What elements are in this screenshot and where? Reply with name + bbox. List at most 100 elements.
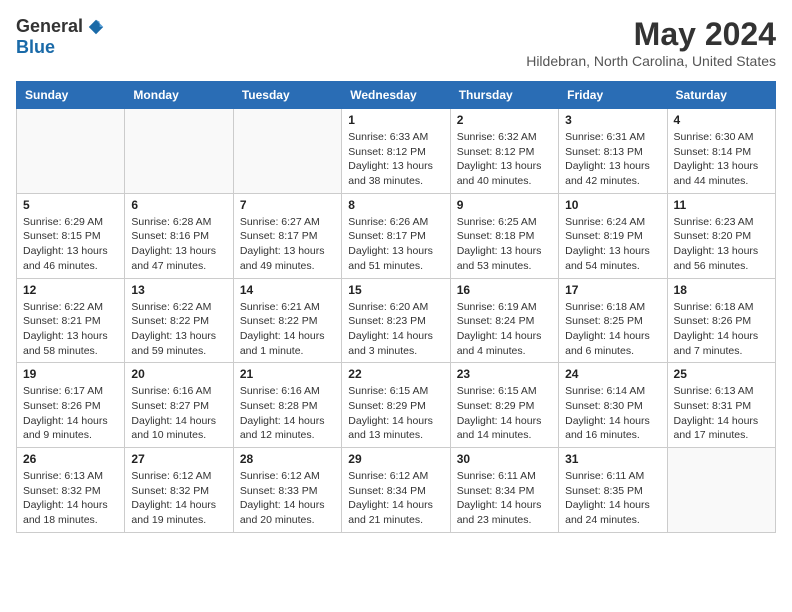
day-number: 9 — [457, 198, 552, 212]
day-number: 21 — [240, 367, 335, 381]
page-header: General Blue May 2024 Hildebran, North C… — [16, 16, 776, 69]
calendar-cell: 8Sunrise: 6:26 AM Sunset: 8:17 PM Daylig… — [342, 193, 450, 278]
calendar-week-row: 1 Sunrise: 6:33 AM Sunset: 8:12 PM Daylig… — [17, 109, 776, 194]
location-text: Hildebran, North Carolina, United States — [526, 53, 776, 69]
calendar-cell — [125, 109, 233, 194]
day-info: Sunrise: 6:15 AM Sunset: 8:29 PM Dayligh… — [348, 384, 443, 443]
day-of-week-sunday: Sunday — [17, 82, 125, 109]
calendar-cell: 1 Sunrise: 6:33 AM Sunset: 8:12 PM Daylig… — [342, 109, 450, 194]
day-info: Sunrise: 6:20 AM Sunset: 8:23 PM Dayligh… — [348, 300, 443, 359]
calendar-cell: 7 Sunrise: 6:27 AM Sunset: 8:17 PM Daylig… — [233, 193, 341, 278]
day-info: Sunrise: 6:12 AM Sunset: 8:32 PM Dayligh… — [131, 469, 226, 528]
day-info: Sunrise: 6:32 AM Sunset: 8:12 PM Dayligh… — [457, 130, 552, 189]
day-info: Sunrise: 6:25 AM Sunset: 8:18 PM Dayligh… — [457, 215, 552, 274]
day-of-week-monday: Monday — [125, 82, 233, 109]
day-info: Sunrise: 6:33 AM Sunset: 8:12 PM Dayligh… — [348, 130, 443, 189]
calendar-cell: 6 Sunrise: 6:28 AM Sunset: 8:16 PM Daylig… — [125, 193, 233, 278]
day-info: Sunrise: 6:13 AM Sunset: 8:31 PM Dayligh… — [674, 384, 769, 443]
day-number: 2 — [457, 113, 552, 127]
calendar-header-row: SundayMondayTuesdayWednesdayThursdayFrid… — [17, 82, 776, 109]
day-info: Sunrise: 6:15 AM Sunset: 8:29 PM Dayligh… — [457, 384, 552, 443]
day-number: 10 — [565, 198, 660, 212]
calendar-cell: 29 Sunrise: 6:12 AM Sunset: 8:34 PM Dayli… — [342, 448, 450, 533]
day-info: Sunrise: 6:17 AM Sunset: 8:26 PM Dayligh… — [23, 384, 118, 443]
day-number: 30 — [457, 452, 552, 466]
calendar-cell: 2 Sunrise: 6:32 AM Sunset: 8:12 PM Daylig… — [450, 109, 558, 194]
calendar-cell: 23 Sunrise: 6:15 AM Sunset: 8:29 PM Dayli… — [450, 363, 558, 448]
day-info: Sunrise: 6:12 AM Sunset: 8:34 PM Dayligh… — [348, 469, 443, 528]
calendar-cell: 17Sunrise: 6:18 AM Sunset: 8:25 PM Dayli… — [559, 278, 667, 363]
logo: General Blue — [16, 16, 105, 58]
day-number: 12 — [23, 283, 118, 297]
day-number: 22 — [348, 367, 443, 381]
calendar-cell: 4Sunrise: 6:30 AM Sunset: 8:14 PM Daylig… — [667, 109, 775, 194]
calendar-cell: 9 Sunrise: 6:25 AM Sunset: 8:18 PM Daylig… — [450, 193, 558, 278]
calendar-week-row: 5 Sunrise: 6:29 AM Sunset: 8:15 PM Daylig… — [17, 193, 776, 278]
day-info: Sunrise: 6:31 AM Sunset: 8:13 PM Dayligh… — [565, 130, 660, 189]
day-info: Sunrise: 6:11 AM Sunset: 8:34 PM Dayligh… — [457, 469, 552, 528]
calendar-cell: 5 Sunrise: 6:29 AM Sunset: 8:15 PM Daylig… — [17, 193, 125, 278]
calendar-cell — [233, 109, 341, 194]
day-number: 19 — [23, 367, 118, 381]
calendar-cell: 15Sunrise: 6:20 AM Sunset: 8:23 PM Dayli… — [342, 278, 450, 363]
day-info: Sunrise: 6:28 AM Sunset: 8:16 PM Dayligh… — [131, 215, 226, 274]
day-number: 5 — [23, 198, 118, 212]
calendar-cell: 22 Sunrise: 6:15 AM Sunset: 8:29 PM Dayli… — [342, 363, 450, 448]
calendar-cell: 16Sunrise: 6:19 AM Sunset: 8:24 PM Dayli… — [450, 278, 558, 363]
day-info: Sunrise: 6:13 AM Sunset: 8:32 PM Dayligh… — [23, 469, 118, 528]
day-info: Sunrise: 6:26 AM Sunset: 8:17 PM Dayligh… — [348, 215, 443, 274]
calendar-cell: 3 Sunrise: 6:31 AM Sunset: 8:13 PM Daylig… — [559, 109, 667, 194]
day-of-week-wednesday: Wednesday — [342, 82, 450, 109]
day-info: Sunrise: 6:18 AM Sunset: 8:26 PM Dayligh… — [674, 300, 769, 359]
day-number: 26 — [23, 452, 118, 466]
day-info: Sunrise: 6:21 AM Sunset: 8:22 PM Dayligh… — [240, 300, 335, 359]
calendar-cell: 30 Sunrise: 6:11 AM Sunset: 8:34 PM Dayli… — [450, 448, 558, 533]
title-block: May 2024 Hildebran, North Carolina, Unit… — [526, 16, 776, 69]
calendar-cell: 27Sunrise: 6:12 AM Sunset: 8:32 PM Dayli… — [125, 448, 233, 533]
calendar-week-row: 12 Sunrise: 6:22 AM Sunset: 8:21 PM Dayli… — [17, 278, 776, 363]
day-info: Sunrise: 6:12 AM Sunset: 8:33 PM Dayligh… — [240, 469, 335, 528]
day-of-week-thursday: Thursday — [450, 82, 558, 109]
day-info: Sunrise: 6:29 AM Sunset: 8:15 PM Dayligh… — [23, 215, 118, 274]
day-info: Sunrise: 6:16 AM Sunset: 8:27 PM Dayligh… — [131, 384, 226, 443]
calendar-week-row: 26 Sunrise: 6:13 AM Sunset: 8:32 PM Dayli… — [17, 448, 776, 533]
day-info: Sunrise: 6:14 AM Sunset: 8:30 PM Dayligh… — [565, 384, 660, 443]
logo-general-text: General — [16, 16, 83, 37]
day-info: Sunrise: 6:22 AM Sunset: 8:21 PM Dayligh… — [23, 300, 118, 359]
day-number: 31 — [565, 452, 660, 466]
calendar-cell: 14 Sunrise: 6:21 AM Sunset: 8:22 PM Dayli… — [233, 278, 341, 363]
calendar-cell — [667, 448, 775, 533]
day-number: 6 — [131, 198, 226, 212]
calendar-cell: 28Sunrise: 6:12 AM Sunset: 8:33 PM Dayli… — [233, 448, 341, 533]
day-number: 14 — [240, 283, 335, 297]
day-info: Sunrise: 6:27 AM Sunset: 8:17 PM Dayligh… — [240, 215, 335, 274]
calendar-table: SundayMondayTuesdayWednesdayThursdayFrid… — [16, 81, 776, 533]
day-number: 13 — [131, 283, 226, 297]
day-info: Sunrise: 6:11 AM Sunset: 8:35 PM Dayligh… — [565, 469, 660, 528]
day-of-week-friday: Friday — [559, 82, 667, 109]
logo-icon — [87, 18, 105, 36]
calendar-cell: 25Sunrise: 6:13 AM Sunset: 8:31 PM Dayli… — [667, 363, 775, 448]
day-number: 7 — [240, 198, 335, 212]
day-number: 29 — [348, 452, 443, 466]
day-info: Sunrise: 6:18 AM Sunset: 8:25 PM Dayligh… — [565, 300, 660, 359]
day-number: 23 — [457, 367, 552, 381]
calendar-cell: 18 Sunrise: 6:18 AM Sunset: 8:26 PM Dayli… — [667, 278, 775, 363]
calendar-cell: 31 Sunrise: 6:11 AM Sunset: 8:35 PM Dayli… — [559, 448, 667, 533]
day-number: 11 — [674, 198, 769, 212]
day-number: 3 — [565, 113, 660, 127]
day-info: Sunrise: 6:22 AM Sunset: 8:22 PM Dayligh… — [131, 300, 226, 359]
calendar-cell: 12 Sunrise: 6:22 AM Sunset: 8:21 PM Dayli… — [17, 278, 125, 363]
calendar-cell: 11Sunrise: 6:23 AM Sunset: 8:20 PM Dayli… — [667, 193, 775, 278]
calendar-cell: 21Sunrise: 6:16 AM Sunset: 8:28 PM Dayli… — [233, 363, 341, 448]
calendar-week-row: 19 Sunrise: 6:17 AM Sunset: 8:26 PM Dayli… — [17, 363, 776, 448]
calendar-cell: 20 Sunrise: 6:16 AM Sunset: 8:27 PM Dayli… — [125, 363, 233, 448]
day-number: 20 — [131, 367, 226, 381]
calendar-cell: 13 Sunrise: 6:22 AM Sunset: 8:22 PM Dayli… — [125, 278, 233, 363]
day-number: 1 — [348, 113, 443, 127]
day-number: 18 — [674, 283, 769, 297]
day-number: 16 — [457, 283, 552, 297]
calendar-cell — [17, 109, 125, 194]
day-number: 4 — [674, 113, 769, 127]
logo-blue-text: Blue — [16, 37, 55, 58]
